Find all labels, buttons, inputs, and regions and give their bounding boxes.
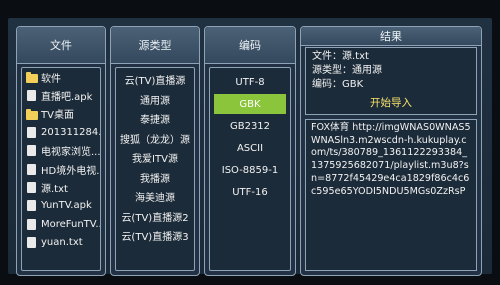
- file-icon: [27, 90, 36, 102]
- encoding-list[interactable]: UTF-8 GBK GB2312 ASCII ISO-8859-1 UTF-16: [209, 67, 291, 271]
- file-icon: [27, 237, 36, 249]
- file-item[interactable]: 软件: [22, 68, 100, 86]
- type-list[interactable]: 云(TV)直播源 通用源 泰捷源 搜狐（龙龙）源 我爱ITV源 我播源 海美迪源 云(TV)直…: [115, 67, 195, 271]
- file-item[interactable]: HD境外电视...: [22, 160, 100, 178]
- source-type-item[interactable]: 我播源: [116, 168, 194, 188]
- source-type-item[interactable]: 云(TV)直播源2: [116, 207, 194, 227]
- source-type-item[interactable]: 云(TV)直播源: [116, 70, 194, 90]
- file-item-label: 直播吧.apk: [41, 92, 93, 104]
- types-panel: 源类型 云(TV)直播源 通用源 泰捷源 搜狐（龙龙）源 我爱ITV源 我播源 海美迪源 云(…: [110, 26, 200, 276]
- source-type-item[interactable]: 泰捷源: [116, 109, 194, 129]
- file-icon: [27, 182, 36, 194]
- types-header: 源类型: [111, 27, 199, 64]
- file-item-label: TV桌面: [41, 110, 74, 122]
- source-type-item[interactable]: 我爱ITV源: [116, 148, 194, 168]
- encoding-item[interactable]: GBK: [214, 94, 286, 114]
- folder-icon: [26, 108, 38, 120]
- source-type-item[interactable]: 搜狐（龙龙）源: [116, 129, 194, 149]
- file-item[interactable]: 源.txt: [22, 178, 100, 196]
- file-icon: [27, 126, 36, 138]
- folder-icon: [26, 71, 38, 84]
- result-content: FOX体育 http://imgWNAS0WNAS5WNASln3.m2wscd…: [305, 119, 477, 271]
- file-item-label: 源.txt: [41, 184, 68, 196]
- encoding-panel: 编码 UTF-8 GBK GB2312 ASCII ISO-8859-1 UTF-16: [204, 26, 296, 276]
- file-item[interactable]: 直播吧.apk: [22, 86, 100, 104]
- encoding-item[interactable]: ISO-8859-1: [214, 160, 286, 180]
- file-item[interactable]: TV桌面: [22, 105, 100, 123]
- file-item[interactable]: 电视家浏览...: [22, 142, 100, 160]
- file-item-label: HD境外电视...: [41, 165, 100, 177]
- file-item-label: 软件: [41, 73, 61, 85]
- source-type-item[interactable]: 海美迪源: [116, 187, 194, 207]
- result-encoding-line: 编码：GBK: [312, 79, 364, 90]
- start-import-button[interactable]: 开始导入: [312, 95, 470, 110]
- file-icon: [27, 218, 36, 230]
- file-item-label: yuan.txt: [41, 237, 83, 249]
- file-item[interactable]: YunTV.apk: [22, 197, 100, 215]
- file-item-label: 201311284...: [41, 126, 100, 138]
- encoding-item[interactable]: ASCII: [214, 138, 286, 158]
- source-type-item[interactable]: 云(TV)直播源3: [116, 226, 194, 246]
- file-icon: [27, 163, 36, 175]
- result-type-line: 源类型：通用源: [312, 65, 382, 76]
- encoding-item[interactable]: UTF-16: [214, 182, 286, 202]
- files-header: 文件: [17, 27, 105, 64]
- file-item[interactable]: MoreFunTV...: [22, 215, 100, 233]
- encoding-item[interactable]: UTF-8: [214, 72, 286, 92]
- result-file-line: 文件：源.txt: [312, 51, 369, 62]
- files-panel: 文件 软件直播吧.apk TV桌面 201311284... 电视家浏览... HD境外…: [16, 26, 106, 276]
- result-header: 结果: [301, 27, 481, 46]
- result-summary: 文件：源.txt 源类型：通用源 编码：GBK 开始导入: [305, 47, 477, 115]
- file-item[interactable]: yuan.txt: [22, 234, 100, 252]
- encoding-item[interactable]: GB2312: [214, 116, 286, 136]
- file-icon: [27, 145, 36, 157]
- result-panel: 结果 文件：源.txt 源类型：通用源 编码：GBK 开始导入 FOX体育 ht…: [300, 26, 482, 276]
- file-item[interactable]: 201311284...: [22, 123, 100, 141]
- encoding-header: 编码: [205, 27, 295, 64]
- file-list[interactable]: 软件直播吧.apk TV桌面 201311284... 电视家浏览... HD境外电视.…: [21, 67, 101, 271]
- file-item-label: MoreFunTV...: [41, 218, 100, 230]
- source-type-item[interactable]: 通用源: [116, 90, 194, 110]
- file-item-label: YunTV.apk: [41, 200, 92, 212]
- file-item-label: 电视家浏览...: [41, 147, 100, 159]
- file-icon: [27, 200, 36, 212]
